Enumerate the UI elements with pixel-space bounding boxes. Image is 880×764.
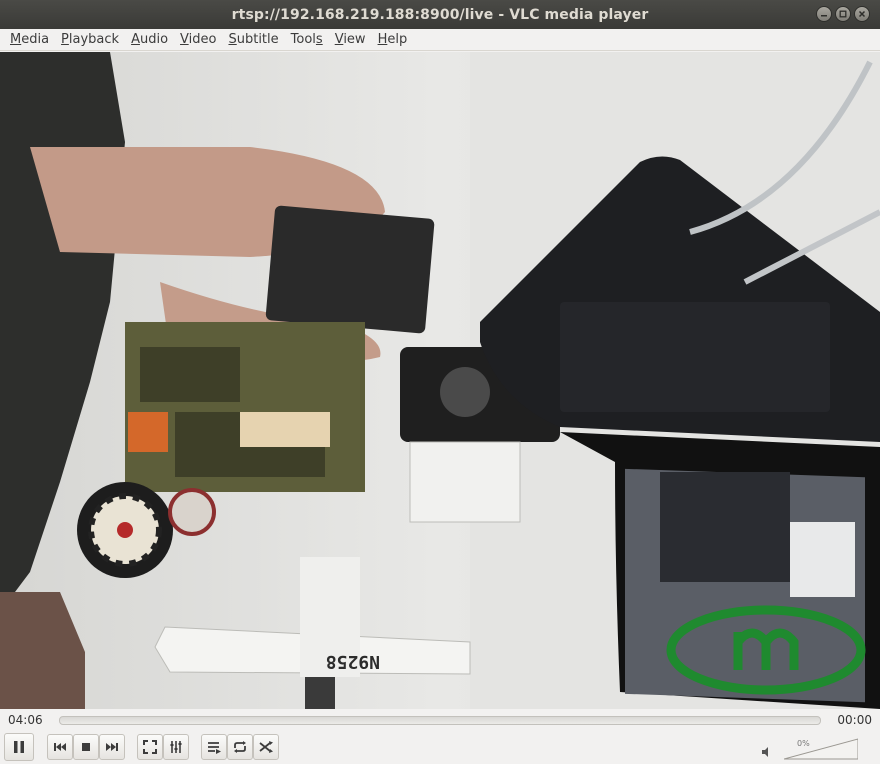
volume-slider[interactable]	[784, 738, 858, 760]
menu-playback-mnemonic: P	[61, 31, 69, 47]
decor-plate	[168, 488, 216, 536]
menu-help-label: elp	[387, 31, 408, 47]
total-time: 00:00	[837, 713, 872, 727]
video-frame: N9258	[0, 52, 880, 709]
loop-button[interactable]	[227, 734, 253, 760]
shelf-box	[240, 412, 330, 447]
menu-media[interactable]: Media	[4, 30, 55, 50]
menu-help[interactable]: Help	[372, 30, 414, 50]
extended-settings-button[interactable]	[163, 734, 189, 760]
laptop-keys	[560, 302, 830, 412]
volume-triangle	[784, 738, 858, 760]
menu-video-mnemonic: V	[180, 31, 189, 47]
menu-media-mnemonic: M	[10, 31, 22, 47]
title-bar[interactable]: rtsp://192.168.219.188:8900/live - VLC m…	[0, 0, 880, 29]
white-box	[409, 441, 521, 523]
pause-icon	[14, 741, 24, 753]
pause-button[interactable]	[4, 733, 34, 761]
laptop-screen-video	[660, 472, 790, 582]
menu-audio-label: udio	[139, 31, 169, 47]
extended-settings-icon	[170, 741, 182, 753]
seek-slider[interactable]	[59, 716, 821, 725]
fullscreen-icon	[143, 740, 157, 754]
video-display[interactable]: N9258	[0, 52, 880, 709]
menu-tools[interactable]: Tools	[285, 30, 329, 50]
menu-video-label: ideo	[188, 31, 217, 47]
menu-view-label: iew	[343, 31, 366, 47]
menu-subtitle-mnemonic: S	[228, 31, 237, 47]
menu-audio[interactable]: Audio	[125, 30, 174, 50]
menu-tools-mnemonic: s	[315, 31, 323, 47]
playlist-icon	[208, 742, 221, 754]
window-controls	[816, 6, 870, 22]
laptop-screen-panel	[790, 522, 855, 597]
menu-playback-label: layback	[68, 31, 120, 47]
volume-label: 0%	[797, 739, 810, 748]
minimize-button[interactable]	[816, 6, 832, 22]
close-icon	[858, 10, 866, 18]
shuffle-icon	[259, 741, 273, 753]
loop-icon	[234, 741, 246, 753]
keyboard	[265, 205, 435, 334]
seek-row: 04:06 00:00	[0, 709, 880, 733]
speaker-icon[interactable]	[760, 745, 774, 759]
plane-registration: N9258	[326, 651, 380, 672]
close-button[interactable]	[854, 6, 870, 22]
previous-icon	[54, 743, 66, 751]
elapsed-time: 04:06	[8, 713, 43, 727]
playlist-button[interactable]	[201, 734, 227, 760]
maximize-icon	[839, 10, 847, 18]
orange-box	[128, 412, 168, 452]
menu-help-mnemonic: H	[377, 31, 388, 47]
maximize-button[interactable]	[835, 6, 851, 22]
speaker-cone	[440, 367, 490, 417]
next-button[interactable]	[99, 734, 125, 760]
shuffle-button[interactable]	[253, 734, 279, 760]
playback-controls: 0%	[0, 733, 880, 764]
menu-playback[interactable]: Playback	[55, 30, 125, 50]
menu-subtitle[interactable]: Subtitle	[222, 30, 284, 50]
menu-media-label: edia	[21, 31, 50, 47]
minimize-icon	[821, 15, 827, 17]
stop-icon	[82, 743, 90, 751]
menu-audio-mnemonic: A	[131, 31, 140, 47]
menu-bar: Media Playback Audio Video Subtitle Tool…	[0, 29, 880, 51]
menu-tools-label: Tool	[290, 31, 316, 47]
menu-video[interactable]: Video	[174, 30, 222, 50]
next-icon	[106, 743, 118, 751]
fullscreen-button[interactable]	[137, 734, 163, 760]
window-title: rtsp://192.168.219.188:8900/live - VLC m…	[231, 6, 649, 23]
vlc-window: rtsp://192.168.219.188:8900/live - VLC m…	[0, 0, 880, 764]
dartboard-bullseye	[117, 522, 133, 538]
menu-subtitle-label: ubtitle	[236, 31, 279, 47]
menu-view[interactable]: View	[329, 30, 372, 50]
shelf-slot	[140, 347, 240, 402]
model-plane-stand	[305, 677, 335, 709]
stop-button[interactable]	[73, 734, 99, 760]
previous-button[interactable]	[47, 734, 73, 760]
